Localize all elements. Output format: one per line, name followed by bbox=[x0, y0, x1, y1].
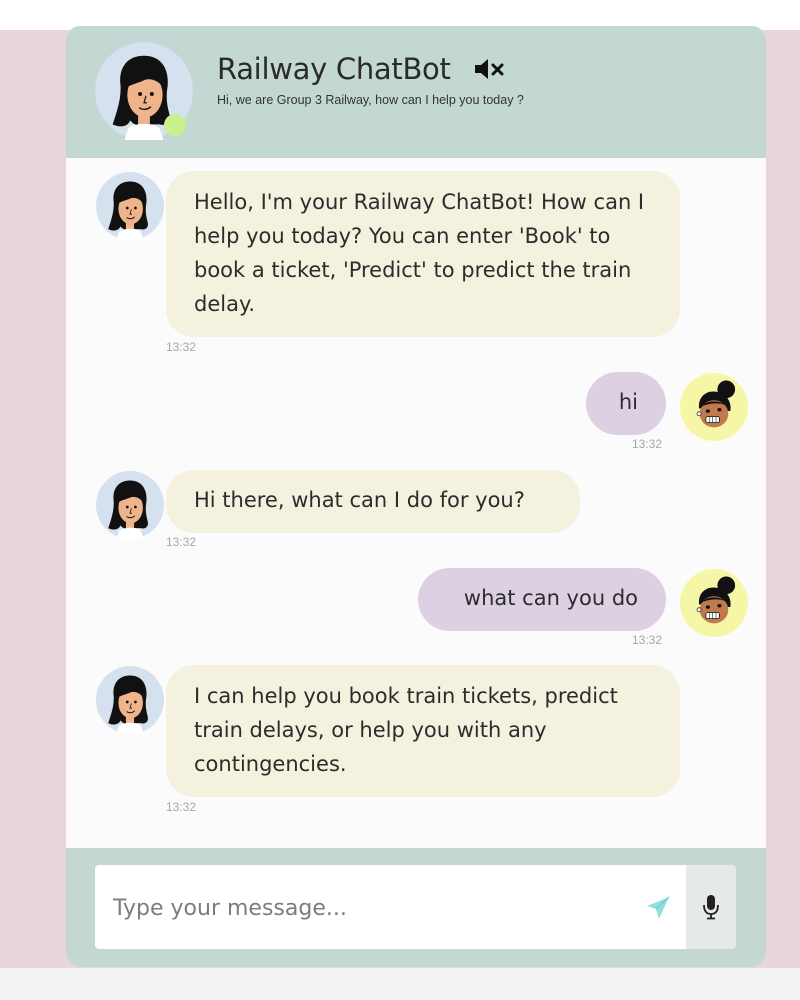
bot-message-bubble: I can help you book train tickets, predi… bbox=[166, 665, 680, 797]
message-timestamp: 13:32 bbox=[166, 535, 197, 549]
bot-message-avatar bbox=[96, 172, 164, 240]
user-message-bubble: what can you do bbox=[418, 568, 666, 631]
user-message-bubble: hi bbox=[586, 372, 666, 435]
chat-subtitle: Hi, we are Group 3 Railway, how can I he… bbox=[217, 93, 524, 107]
user-message-avatar bbox=[680, 569, 748, 637]
message-list: Hello, I'm your Railway ChatBot! How can… bbox=[66, 158, 766, 848]
microphone-button[interactable] bbox=[686, 865, 736, 949]
chat-window: Railway ChatBot Hi, we are Group 3 Railw… bbox=[66, 26, 766, 967]
bot-message-bubble: Hi there, what can I do for you? bbox=[166, 470, 580, 533]
microphone-icon bbox=[703, 895, 719, 920]
user-message-avatar bbox=[680, 373, 748, 441]
message-timestamp: 13:32 bbox=[166, 800, 197, 814]
speaker-muted-icon[interactable] bbox=[473, 56, 507, 82]
send-icon[interactable] bbox=[645, 895, 671, 921]
bot-message-bubble: Hello, I'm your Railway ChatBot! How can… bbox=[166, 171, 680, 337]
page-bottom-strip bbox=[0, 968, 800, 1000]
chat-footer bbox=[66, 848, 766, 967]
message-timestamp: 13:32 bbox=[632, 633, 663, 647]
bot-message-avatar bbox=[96, 666, 164, 734]
message-timestamp: 13:32 bbox=[632, 437, 663, 451]
message-input-box bbox=[95, 865, 686, 949]
online-status-dot bbox=[164, 114, 186, 136]
chat-title: Railway ChatBot bbox=[217, 52, 451, 86]
message-input[interactable] bbox=[111, 887, 625, 929]
bot-message-avatar bbox=[96, 471, 164, 539]
message-timestamp: 13:32 bbox=[166, 340, 197, 354]
chat-header: Railway ChatBot Hi, we are Group 3 Railw… bbox=[66, 26, 766, 158]
